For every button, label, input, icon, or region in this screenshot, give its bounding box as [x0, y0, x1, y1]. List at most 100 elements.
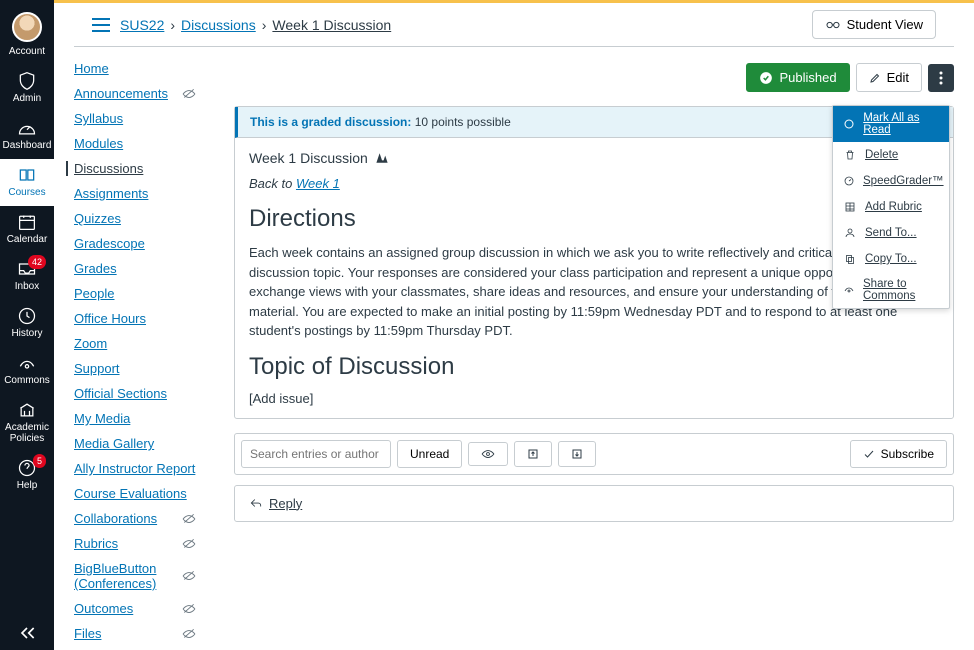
- course-nav-link[interactable]: Support: [74, 361, 120, 376]
- dropdown-send-to[interactable]: Send To...: [833, 220, 949, 246]
- view-toggle-button[interactable]: [468, 442, 508, 466]
- course-nav-item: Media Gallery: [74, 436, 204, 451]
- course-nav: Home Announcements Syllabus Modules Discussi…: [54, 47, 204, 650]
- course-nav-link[interactable]: Announcements: [74, 86, 168, 101]
- course-nav-item: Home: [74, 61, 204, 76]
- nav-courses[interactable]: Courses: [0, 159, 54, 206]
- course-nav-item: Rubrics: [74, 536, 204, 551]
- hamburger-icon[interactable]: [92, 18, 110, 32]
- expand-replies-button[interactable]: [558, 441, 596, 467]
- more-options-button[interactable]: [928, 64, 954, 92]
- nav-calendar[interactable]: Calendar: [0, 206, 54, 253]
- course-nav-link[interactable]: Modules: [74, 136, 123, 151]
- course-nav-link[interactable]: Collaborations: [74, 511, 157, 526]
- dropdown-copy-to[interactable]: Copy To...: [833, 246, 949, 272]
- subscribe-button[interactable]: Subscribe: [850, 440, 947, 468]
- shield-icon: [14, 71, 40, 91]
- speedgrader-icon: [843, 174, 855, 188]
- breadcrumb: SUS22 › Discussions › Week 1 Discussion: [120, 17, 391, 33]
- edit-button[interactable]: Edit: [856, 63, 922, 92]
- course-nav-link[interactable]: Discussions: [74, 161, 143, 176]
- building-icon: [14, 400, 40, 420]
- dropdown-speedgrader[interactable]: SpeedGrader™: [833, 168, 949, 194]
- course-nav-item: Support: [74, 361, 204, 376]
- collapse-nav-icon[interactable]: [17, 626, 37, 650]
- help-badge: 5: [33, 454, 46, 468]
- back-to-week-link[interactable]: Week 1: [296, 176, 340, 191]
- course-nav-link[interactable]: BigBlueButton (Conferences): [74, 561, 182, 591]
- course-nav-item: Grades: [74, 261, 204, 276]
- nav-academic-policies[interactable]: Academic Policies: [0, 394, 54, 452]
- course-nav-link[interactable]: Home: [74, 61, 109, 76]
- course-nav-item: Files: [74, 626, 204, 641]
- global-nav: Account Admin Dashboard Courses Calendar…: [0, 0, 54, 650]
- student-view-button[interactable]: Student View: [812, 10, 936, 39]
- course-nav-link[interactable]: Quizzes: [74, 211, 121, 226]
- options-dropdown: Mark All as Read Delete SpeedGrader™ Add…: [832, 105, 950, 309]
- course-nav-item: Announcements: [74, 86, 204, 101]
- course-nav-item: My Media: [74, 411, 204, 426]
- check-circle-icon: [759, 71, 773, 85]
- course-nav-item: Syllabus: [74, 111, 204, 126]
- course-nav-link[interactable]: Office Hours: [74, 311, 146, 326]
- nav-inbox[interactable]: 42 Inbox: [0, 253, 54, 300]
- topic-heading: Topic of Discussion: [249, 353, 939, 381]
- nav-admin[interactable]: Admin: [0, 65, 54, 112]
- course-nav-item: Collaborations: [74, 511, 204, 526]
- breadcrumb-current: Week 1 Discussion: [272, 17, 391, 33]
- course-nav-link[interactable]: Course Evaluations: [74, 486, 187, 501]
- search-input[interactable]: [241, 440, 391, 468]
- ally-indicator-icon[interactable]: [374, 152, 390, 164]
- hidden-eye-icon: [182, 538, 196, 550]
- nav-account[interactable]: Account: [0, 6, 54, 65]
- course-nav-link[interactable]: Outcomes: [74, 601, 133, 616]
- course-nav-link[interactable]: Rubrics: [74, 536, 118, 551]
- circle-outline-icon: [843, 117, 855, 131]
- course-nav-link[interactable]: Media Gallery: [74, 436, 154, 451]
- breadcrumb-section[interactable]: Discussions: [181, 17, 256, 33]
- action-row: Published Edit: [234, 63, 954, 92]
- course-nav-link[interactable]: Syllabus: [74, 111, 123, 126]
- breadcrumb-bar: SUS22 › Discussions › Week 1 Discussion …: [74, 3, 954, 47]
- commons-icon: [14, 353, 40, 373]
- expand-icon: [571, 448, 583, 460]
- course-nav-item: Zoom: [74, 336, 204, 351]
- collapse-icon: [527, 448, 539, 460]
- course-nav-link[interactable]: People: [74, 286, 114, 301]
- breadcrumb-course[interactable]: SUS22: [120, 17, 164, 33]
- course-nav-link[interactable]: Gradescope: [74, 236, 145, 251]
- glasses-icon: [825, 20, 841, 30]
- nav-commons[interactable]: Commons: [0, 347, 54, 394]
- course-nav-item: Modules: [74, 136, 204, 151]
- course-nav-item: Course Evaluations: [74, 486, 204, 501]
- course-nav-link[interactable]: My Media: [74, 411, 130, 426]
- nav-history[interactable]: History: [0, 300, 54, 347]
- book-icon: [14, 165, 40, 185]
- hidden-eye-icon: [182, 570, 196, 582]
- copy-icon: [843, 252, 857, 266]
- course-nav-link[interactable]: Grades: [74, 261, 117, 276]
- course-nav-item: Discussions: [66, 161, 204, 176]
- nav-help[interactable]: 5 Help: [0, 452, 54, 499]
- clock-icon: [14, 306, 40, 326]
- collapse-replies-button[interactable]: [514, 441, 552, 467]
- course-nav-link[interactable]: Ally Instructor Report: [74, 461, 195, 476]
- dropdown-share-commons[interactable]: Share to Commons: [833, 272, 949, 308]
- course-nav-link[interactable]: Assignments: [74, 186, 148, 201]
- published-button[interactable]: Published: [746, 63, 849, 92]
- kebab-icon: [939, 71, 943, 85]
- course-nav-item: People: [74, 286, 204, 301]
- course-nav-link[interactable]: Official Sections: [74, 386, 167, 401]
- reply-box[interactable]: Reply: [234, 485, 954, 522]
- check-icon: [863, 449, 875, 459]
- dropdown-add-rubric[interactable]: Add Rubric: [833, 194, 949, 220]
- gauge-icon: [14, 118, 40, 138]
- course-nav-link[interactable]: Files: [74, 626, 101, 641]
- pencil-icon: [869, 72, 881, 84]
- course-nav-link[interactable]: Zoom: [74, 336, 107, 351]
- user-icon: [843, 226, 857, 240]
- nav-dashboard[interactable]: Dashboard: [0, 112, 54, 159]
- dropdown-delete[interactable]: Delete: [833, 142, 949, 168]
- dropdown-mark-all-read[interactable]: Mark All as Read: [833, 106, 949, 142]
- unread-filter-button[interactable]: Unread: [397, 440, 462, 468]
